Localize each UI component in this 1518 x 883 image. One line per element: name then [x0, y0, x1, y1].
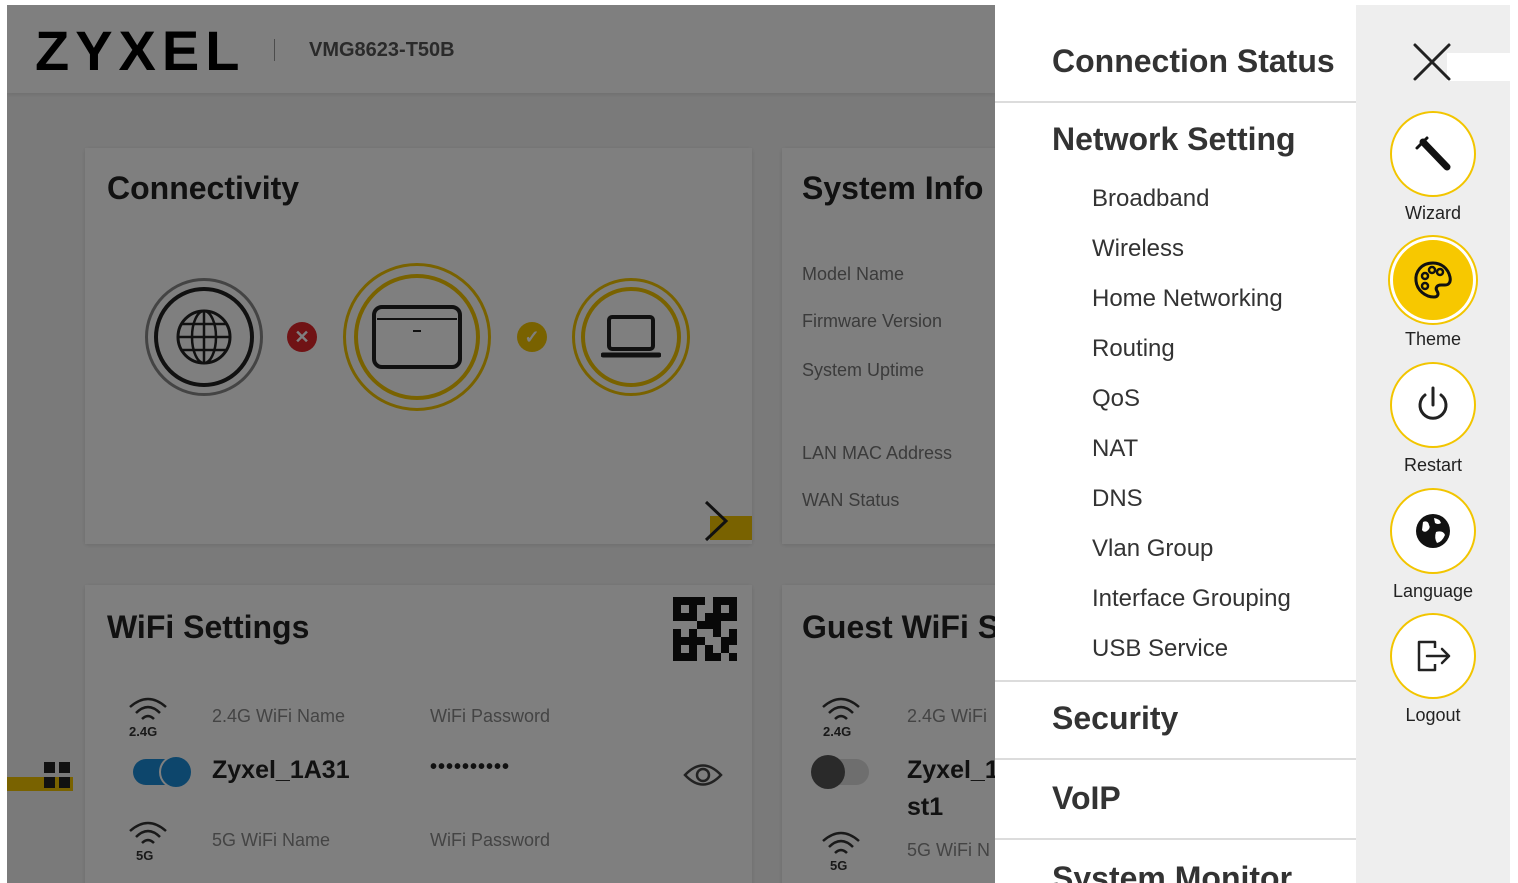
power-icon: [1418, 386, 1448, 420]
menu-system-monitor[interactable]: System Monitor: [995, 840, 1356, 883]
magic-wand-icon: [1415, 136, 1451, 171]
restart-button[interactable]: [1390, 362, 1476, 448]
theme-label: Theme: [1404, 329, 1462, 349]
menu-item-usb-service[interactable]: USB Service: [1092, 635, 1228, 663]
action-panel: Wizard Theme Restart Language Logout: [1356, 5, 1510, 883]
menu-connection-status-label: Connection Status: [1052, 43, 1335, 79]
menu-voip[interactable]: VoIP: [995, 760, 1356, 840]
menu-system-monitor-label: System Monitor: [1052, 860, 1293, 883]
menu-security[interactable]: Security: [995, 682, 1356, 760]
app-frame: ZYXEL VMG8623-T50B Connectivity ✕: [7, 5, 1510, 883]
menu-item-wireless[interactable]: Wireless: [1092, 235, 1184, 263]
menu-item-nat[interactable]: NAT: [1092, 435, 1138, 463]
menu-network-setting: Network Setting Broadband Wireless Home …: [995, 103, 1356, 682]
menu-network-setting-label[interactable]: Network Setting: [1052, 121, 1296, 158]
menu-item-broadband[interactable]: Broadband: [1092, 185, 1209, 213]
modal-overlay[interactable]: [7, 5, 995, 883]
wizard-label: Wizard: [1404, 203, 1461, 223]
restart-label: Restart: [1403, 455, 1463, 475]
globe-icon: [1416, 514, 1450, 548]
menu-voip-label: VoIP: [1052, 780, 1121, 816]
language-label: Language: [1392, 581, 1474, 601]
menu-item-vlan-group[interactable]: Vlan Group: [1092, 535, 1213, 563]
close-icon[interactable]: [1405, 35, 1459, 89]
language-button[interactable]: [1390, 488, 1476, 574]
menu-item-dns[interactable]: DNS: [1092, 485, 1143, 513]
logout-icon: [1417, 640, 1451, 672]
menu-item-qos[interactable]: QoS: [1092, 385, 1140, 413]
menu-security-label: Security: [1052, 700, 1179, 736]
wizard-button[interactable]: [1390, 111, 1476, 197]
theme-button[interactable]: [1390, 237, 1476, 323]
palette-icon: [1414, 261, 1452, 299]
menu-item-home-networking[interactable]: Home Networking: [1092, 285, 1283, 313]
navigation-menu: Connection Status Network Setting Broadb…: [995, 5, 1356, 883]
logout-button[interactable]: [1390, 613, 1476, 699]
logout-label: Logout: [1405, 705, 1461, 725]
menu-connection-status[interactable]: Connection Status: [995, 5, 1356, 103]
menu-item-interface-grouping[interactable]: Interface Grouping: [1092, 585, 1291, 613]
menu-item-routing[interactable]: Routing: [1092, 335, 1175, 363]
